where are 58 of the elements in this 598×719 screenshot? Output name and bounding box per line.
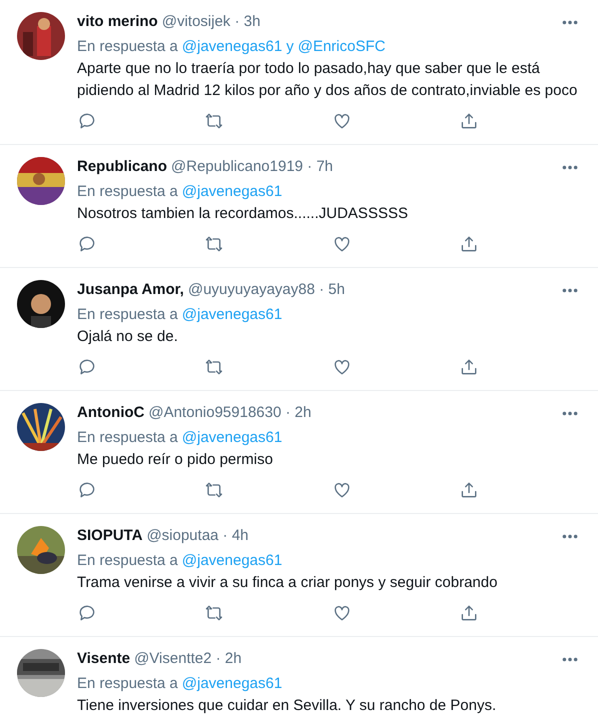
tweet-text: Ojalá no se de.: [77, 327, 179, 347]
user-name[interactable]: Jusanpa Amor,: [77, 280, 184, 300]
tweet-text: Tiene inversiones que cuidar en Sevilla. Y su rancho de Ponys.: [77, 696, 498, 716]
more-icon[interactable]: [562, 410, 578, 416]
user-handle: @uyuyuyayayay88 · 5h: [188, 280, 345, 300]
mention-link[interactable]: @javenegas61: [182, 672, 282, 696]
reply-label: En respuesta a: [77, 674, 178, 694]
user-handle: @Antonio95918630 · 2h: [148, 403, 312, 423]
reply-label: En respuesta a: [77, 182, 178, 202]
mention-link[interactable]: @javenegas61: [182, 304, 282, 326]
more-icon[interactable]: [562, 20, 578, 24]
reply-icon[interactable]: [77, 480, 97, 500]
more-icon[interactable]: [562, 288, 578, 292]
share-icon[interactable]: [458, 111, 479, 131]
heart-icon[interactable]: [332, 480, 352, 500]
user-name[interactable]: SIOPUTA: [77, 526, 143, 546]
share-icon[interactable]: [458, 357, 479, 377]
reply-icon[interactable]: [77, 603, 97, 623]
share-icon[interactable]: [458, 603, 479, 623]
reply-icon[interactable]: [77, 111, 97, 131]
mention-link[interactable]: @javenegas61: [182, 426, 282, 450]
mention-joiner: y: [286, 36, 294, 57]
reply-icon[interactable]: [77, 357, 97, 377]
mention-link[interactable]: @javenegas61: [182, 550, 282, 572]
reply-label: En respuesta a: [77, 428, 178, 448]
retweet-icon[interactable]: [204, 111, 224, 131]
retweet-icon[interactable]: [204, 234, 224, 254]
tweet-text: Me puedo reír o pido permiso: [77, 450, 274, 470]
tweet-text: Aparte que no lo traería por todo lo pasado,hay que saber que le está pidiendo al Madrid 12 kilos por año y dos años de contrato,inviable es poco: [77, 59, 578, 101]
user-handle: @vitosijek · 3h: [162, 12, 260, 32]
heart-icon[interactable]: [332, 357, 352, 377]
share-icon[interactable]: [458, 234, 479, 254]
user-handle: @Republicano1919 · 7h: [171, 157, 334, 177]
retweet-icon[interactable]: [204, 603, 224, 623]
reply-label: En respuesta a: [77, 304, 178, 325]
user-name[interactable]: Visente: [77, 649, 130, 669]
user-name[interactable]: AntonioC: [77, 403, 144, 423]
heart-icon[interactable]: [332, 603, 352, 623]
more-icon[interactable]: [562, 656, 578, 662]
more-icon[interactable]: [562, 534, 578, 538]
tweet-text: Nosotros tambien la recordamos......JUDASSSSS: [77, 204, 409, 224]
user-handle: @Visentte2 · 2h: [134, 649, 242, 669]
share-icon[interactable]: [458, 480, 479, 500]
retweet-icon[interactable]: [204, 480, 224, 500]
user-name[interactable]: Republicano: [77, 157, 168, 177]
retweet-icon[interactable]: [204, 357, 224, 377]
tweet-text: Trama venirse a vivir a su finca a criar ponys y seguir cobrando: [77, 573, 498, 593]
user-name[interactable]: vito merino: [77, 12, 158, 32]
mention-link[interactable]: @EnricoSFC: [298, 36, 386, 58]
user-handle: @sioputaa · 4h: [146, 526, 249, 546]
heart-icon[interactable]: [332, 111, 352, 131]
more-icon[interactable]: [562, 164, 578, 170]
reply-icon[interactable]: [77, 234, 97, 254]
mention-link[interactable]: @javenegas61: [182, 36, 282, 58]
reply-label: En respuesta a: [77, 36, 178, 57]
reply-label: En respuesta a: [77, 550, 178, 571]
mention-link[interactable]: @javenegas61: [182, 180, 282, 204]
heart-icon[interactable]: [332, 234, 352, 254]
